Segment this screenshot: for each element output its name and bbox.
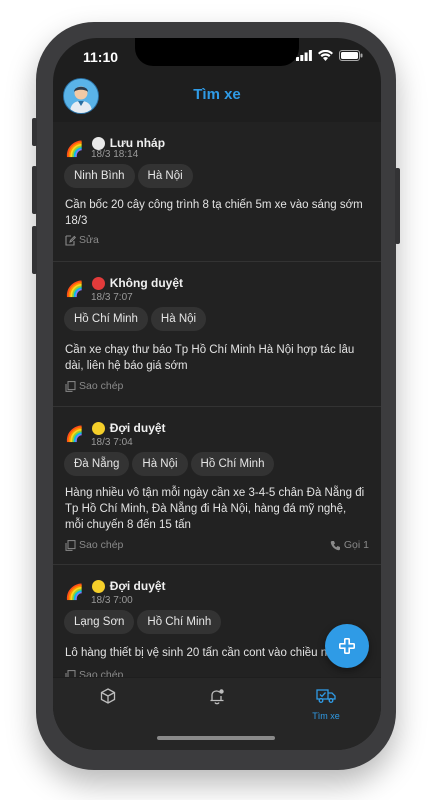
- screen: 11:10 Tìm xe 🌈 Lưu nháp 18/3 18:14 Ninh …: [53, 38, 381, 750]
- power-button: [395, 168, 400, 244]
- location-chips: Hồ Chí Minh Hà Nội: [64, 307, 207, 331]
- status-label: Đợi duyệt: [109, 421, 166, 435]
- rainbow-icon: 🌈: [65, 426, 84, 443]
- post-description: Lô hàng thiết bị vệ sinh 20 tấn cần cont…: [65, 647, 340, 659]
- location-chip[interactable]: Đà Nẵng: [64, 452, 130, 476]
- rainbow-icon: 🌈: [65, 281, 84, 298]
- header: Tìm xe: [53, 78, 381, 118]
- copy-icon: [65, 539, 76, 551]
- edit-label: Sửa: [79, 234, 99, 246]
- post-description: Cần bốc 20 cây công trình 8 tạ chiến 5m …: [65, 199, 363, 227]
- truck-icon: [316, 689, 336, 703]
- location-chip[interactable]: Lạng Sơn: [64, 610, 135, 634]
- status-icons: [296, 50, 363, 61]
- post-card[interactable]: 🌈 Không duyệt 18/3 7:07 Hồ Chí Minh Hà N…: [53, 262, 381, 407]
- notch: [135, 38, 299, 66]
- post-time: 18/3 7:04: [91, 437, 133, 448]
- phone-icon: [330, 540, 340, 550]
- tab-notifications[interactable]: [187, 688, 247, 710]
- post-time: 18/3 7:00: [91, 595, 133, 606]
- location-chips: Lạng Sơn Hồ Chí Minh: [64, 610, 222, 634]
- status-dot-icon: [91, 276, 105, 290]
- copy-icon: [65, 669, 76, 677]
- location-chip[interactable]: Hà Nội: [150, 307, 207, 331]
- page-title: Tìm xe: [193, 86, 241, 103]
- battery-icon: [339, 50, 363, 61]
- status-label: Đợi duyệt: [109, 579, 166, 593]
- copy-icon: [65, 380, 76, 392]
- status-dot-icon: [91, 421, 105, 435]
- post-card[interactable]: 🌈 Đợi duyệt 18/3 7:04 Đà Nẵng Hà Nội Hồ …: [53, 407, 381, 565]
- wifi-icon: [318, 50, 333, 61]
- status-label: Lưu nháp: [109, 136, 166, 150]
- package-icon: [100, 688, 116, 704]
- post-description: Hàng nhiều vô tận mỗi ngày cần xe 3-4-5 …: [65, 487, 365, 531]
- location-chip[interactable]: Hồ Chí Minh: [64, 307, 148, 331]
- mute-switch: [32, 118, 37, 146]
- location-chip[interactable]: Hà Nội: [137, 164, 193, 188]
- edit-button[interactable]: Sửa: [65, 234, 99, 246]
- bell-icon: [210, 689, 224, 705]
- post-list[interactable]: 🌈 Lưu nháp 18/3 18:14 Ninh Bình Hà Nội C…: [53, 122, 381, 677]
- location-chips: Đà Nẵng Hà Nội Hồ Chí Minh: [64, 452, 275, 476]
- post-time: 18/3 7:07: [91, 292, 133, 303]
- tab-find-truck[interactable]: Tìm xe: [296, 688, 356, 721]
- call-button[interactable]: Gọi 1: [330, 539, 369, 551]
- post-time: 18/3 18:14: [91, 149, 139, 160]
- status-label: Không duyệt: [109, 276, 184, 290]
- volume-up-button: [32, 166, 37, 214]
- copy-label: Sao chép: [79, 380, 124, 392]
- call-label: Gọi 1: [343, 539, 369, 551]
- copy-button[interactable]: Sao chép: [65, 539, 123, 551]
- location-chip[interactable]: Hồ Chí Minh: [137, 610, 222, 634]
- add-post-button[interactable]: [325, 624, 369, 668]
- copy-label: Sao chép: [79, 539, 124, 551]
- location-chips: Ninh Bình Hà Nội: [64, 164, 193, 188]
- edit-icon: [65, 234, 76, 246]
- status-dot-icon: [91, 136, 105, 150]
- status-dot-icon: [91, 579, 105, 593]
- status-time: 11:10: [83, 49, 119, 65]
- copy-button[interactable]: Sao chép: [65, 380, 123, 392]
- location-chip[interactable]: Hồ Chí Minh: [190, 452, 275, 476]
- location-chip[interactable]: Hà Nội: [132, 452, 188, 476]
- volume-down-button: [32, 226, 37, 274]
- post-description: Cần xe chạy thư báo Tp Hồ Chí Minh Hà Nộ…: [65, 344, 355, 372]
- rainbow-icon: 🌈: [65, 141, 84, 158]
- plus-icon: [339, 638, 355, 654]
- post-card[interactable]: 🌈 Lưu nháp 18/3 18:14 Ninh Bình Hà Nội C…: [53, 122, 381, 262]
- copy-button[interactable]: Sao chép: [65, 669, 123, 677]
- location-chip[interactable]: Ninh Bình: [64, 164, 135, 188]
- home-indicator: [157, 736, 275, 740]
- tab-orders[interactable]: [78, 688, 138, 709]
- tab-find-truck-label: Tìm xe: [312, 711, 340, 721]
- rainbow-icon: 🌈: [65, 584, 84, 601]
- copy-label: Sao chép: [79, 669, 124, 677]
